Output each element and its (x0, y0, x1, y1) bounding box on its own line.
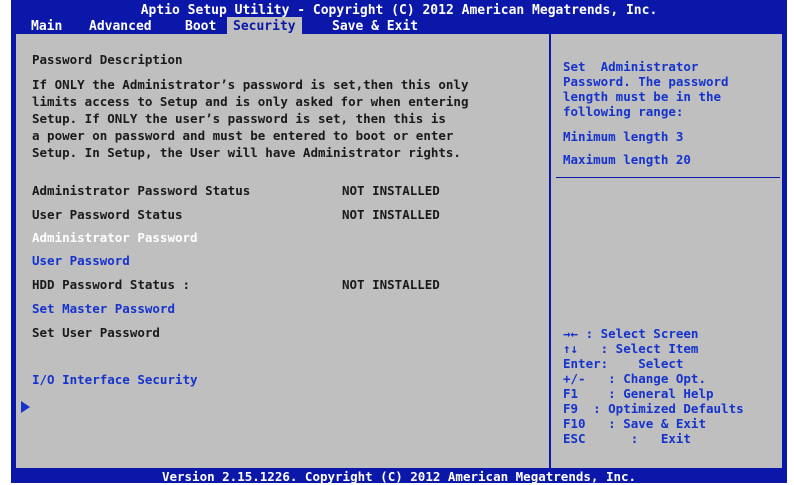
menu-advanced[interactable]: Advanced (89, 17, 152, 34)
help-min-length: Minimum length 3 (563, 129, 684, 144)
version-footer: Version 2.15.1226. Copyright (C) 2012 Am… (161, 469, 637, 484)
submenu-arrow-icon (21, 401, 30, 413)
menu-security[interactable]: Security (227, 17, 302, 34)
help-max-length: Maximum length 20 (563, 152, 691, 167)
key-general-help: F1 : General Help (563, 386, 714, 401)
description-line-3: Setup. If ONLY the user’s password is se… (32, 111, 446, 126)
set-user-password-item[interactable]: Set User Password (32, 324, 160, 341)
help-separator (556, 177, 780, 178)
bios-screen: Aptio Setup Utility - Copyright (C) 2012… (11, 0, 787, 484)
help-text-line-1: Set Administrator (563, 59, 699, 74)
key-select-item: ↑↓ : Select Item (563, 341, 699, 356)
key-change-opt: +/- : Change Opt. (563, 371, 706, 386)
set-master-password-item[interactable]: Set Master Password (32, 300, 175, 317)
description-line-2: limits access to Setup and is only asked… (32, 94, 469, 109)
key-save-exit: F10 : Save & Exit (563, 416, 706, 431)
help-text-line-4: following range: (563, 104, 684, 119)
password-description-title: Password Description (32, 52, 183, 67)
admin-password-status-label: Administrator Password Status (32, 183, 251, 198)
help-text-line-3: length must be in the (563, 89, 722, 104)
description-line-5: Setup. In Setup, the User will have Admi… (32, 145, 461, 160)
io-interface-security-item[interactable]: I/O Interface Security (32, 371, 198, 388)
content-panel: Password Description If ONLY the Adminis… (16, 34, 782, 468)
admin-password-status-value: NOT INSTALLED (342, 183, 440, 198)
key-enter-select: Enter: Select (563, 356, 684, 371)
description-line-4: a power on password and must be entered … (32, 128, 454, 143)
administrator-password-item[interactable]: Administrator Password (32, 229, 198, 246)
help-text-line-2: Password. The password (563, 74, 729, 89)
key-escape-exit: ESC : Exit (563, 431, 691, 446)
user-password-item[interactable]: User Password (32, 252, 130, 269)
user-password-status-label: User Password Status (32, 207, 183, 222)
hdd-password-status-value: NOT INSTALLED (342, 277, 440, 292)
description-line-1: If ONLY the Administrator’s password is … (32, 77, 469, 92)
hdd-password-status-label: HDD Password Status : (32, 277, 191, 292)
menu-main[interactable]: Main (31, 17, 62, 34)
key-select-screen: →← : Select Screen (563, 326, 699, 341)
panel-divider (549, 34, 551, 468)
key-optimized-defaults: F9 : Optimized Defaults (563, 401, 744, 416)
menu-save-exit[interactable]: Save & Exit (332, 17, 418, 34)
menu-bar: Main Advanced Boot Security Save & Exit (11, 17, 787, 34)
user-password-status-value: NOT INSTALLED (342, 207, 440, 222)
menu-boot[interactable]: Boot (185, 17, 216, 34)
